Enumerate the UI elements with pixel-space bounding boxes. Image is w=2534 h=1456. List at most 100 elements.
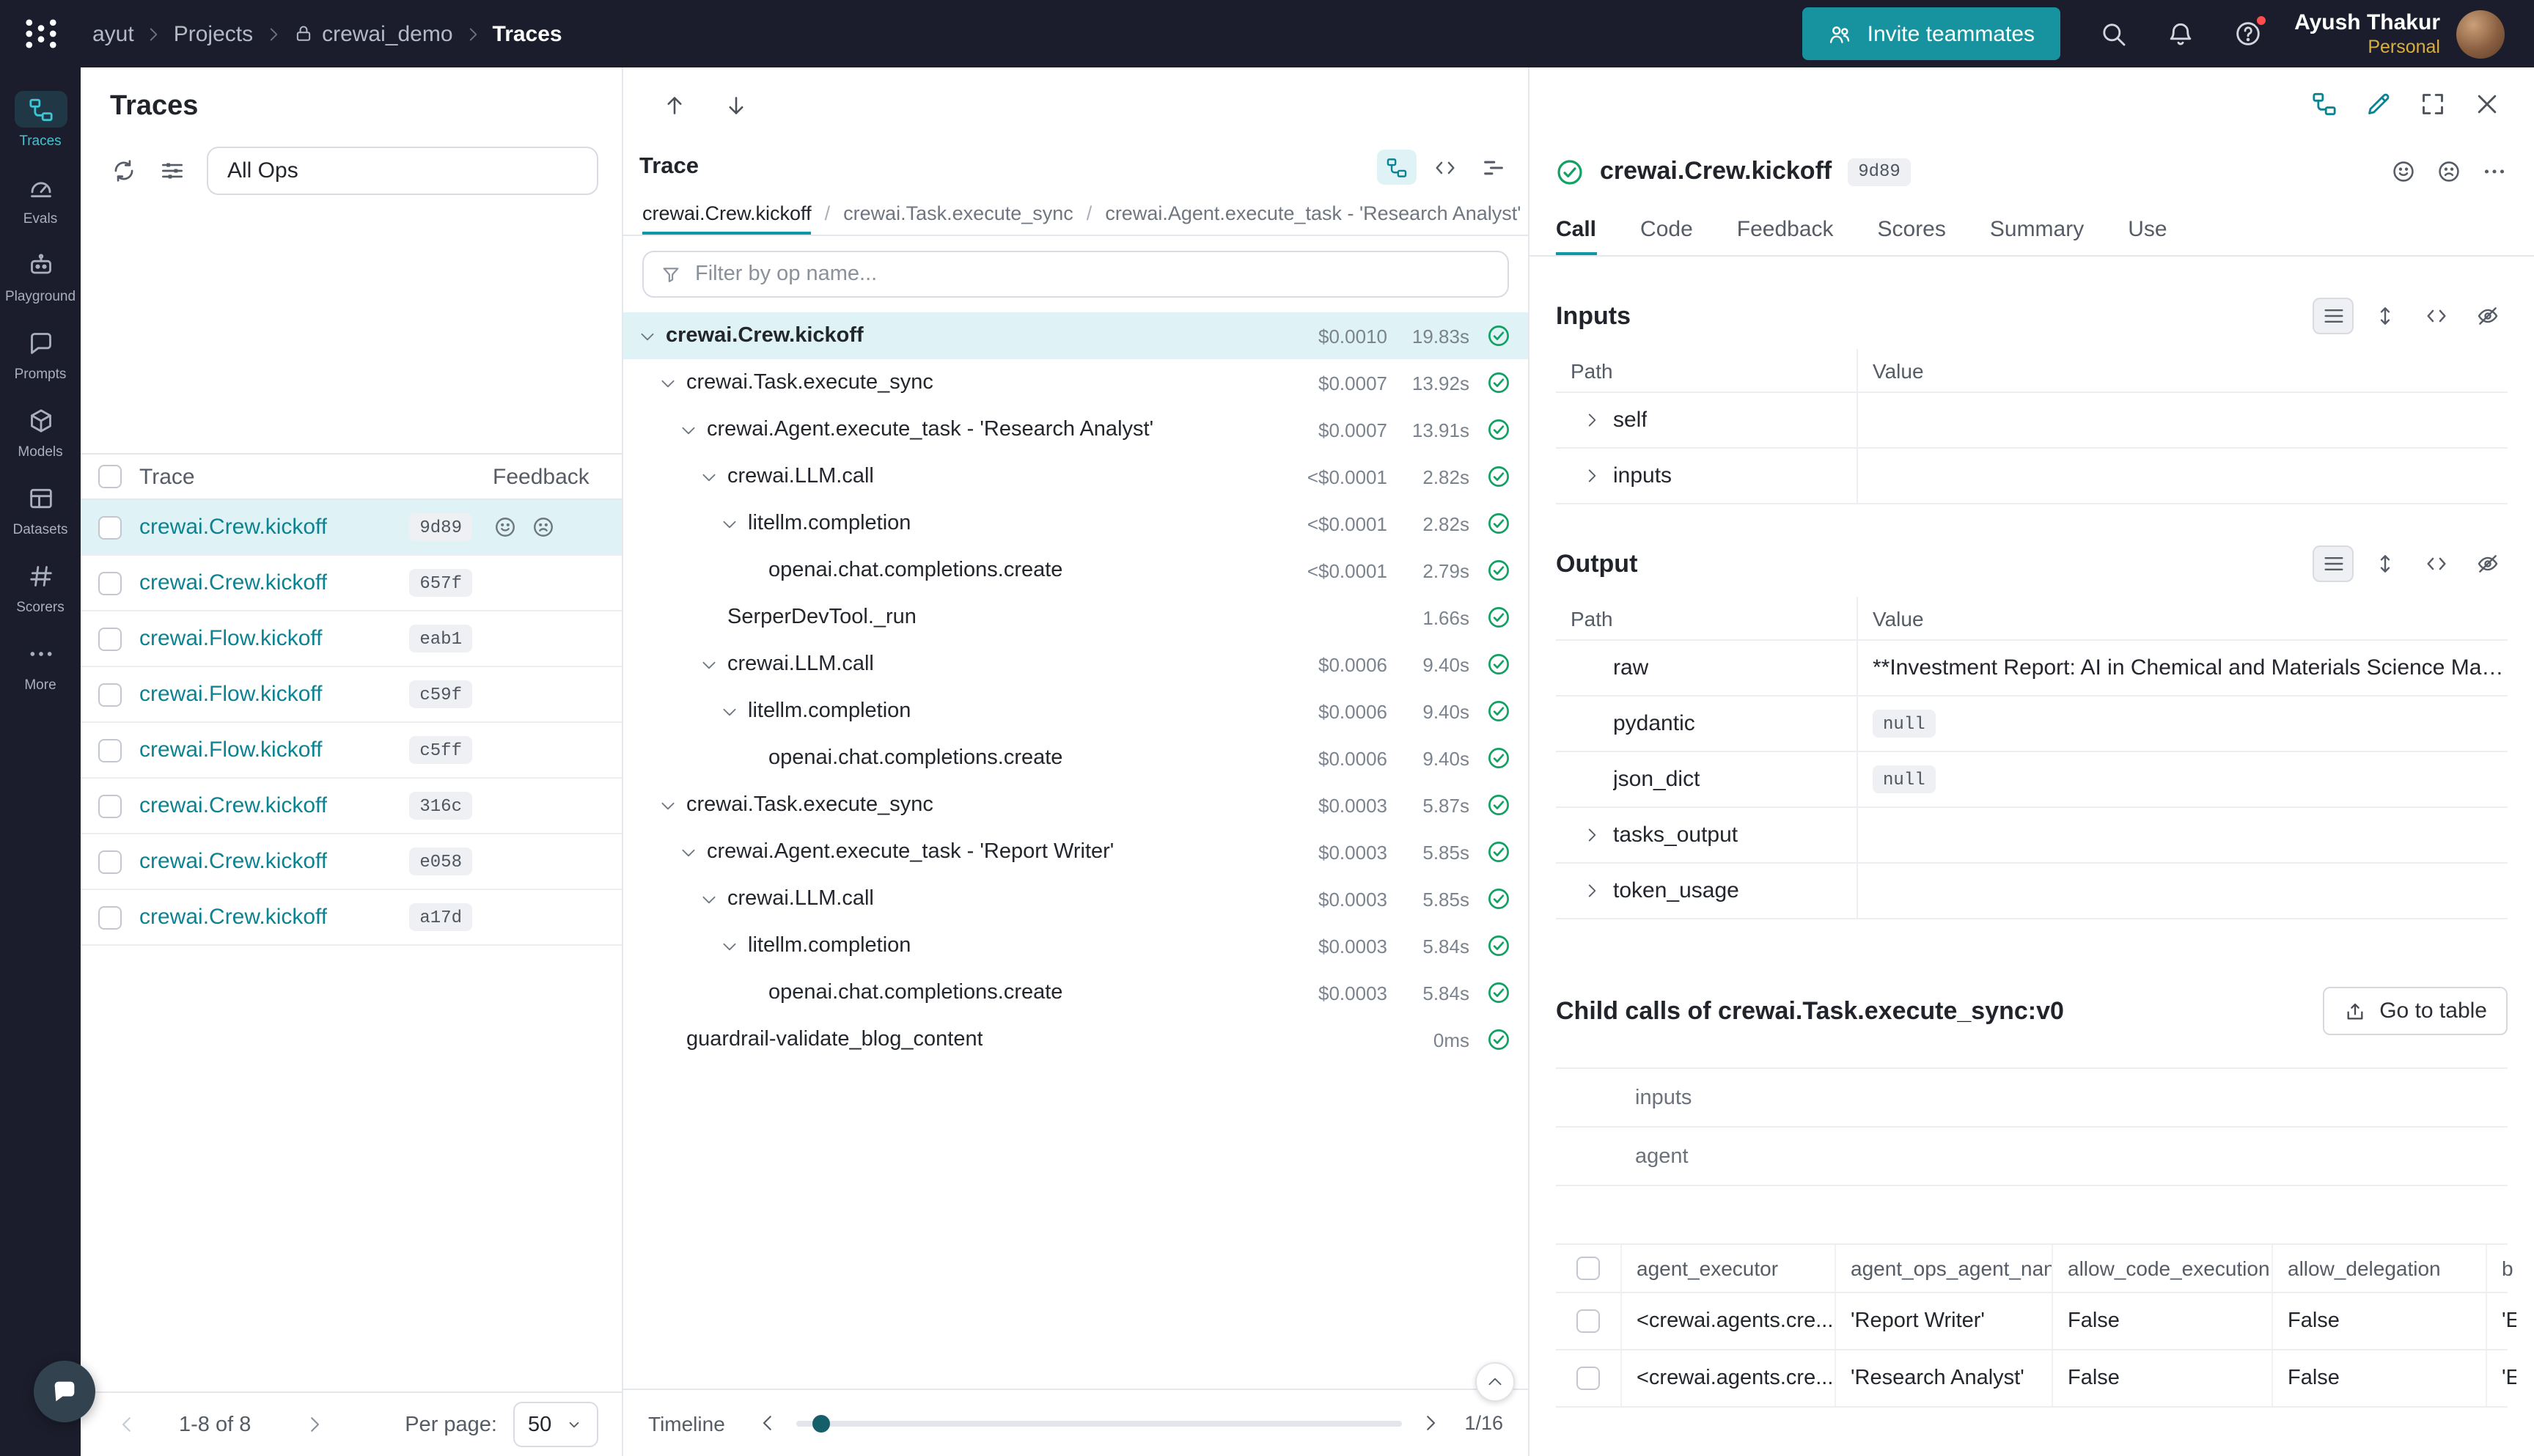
- row-checkbox[interactable]: [1576, 1309, 1600, 1333]
- row-checkbox[interactable]: [98, 515, 122, 539]
- tab-summary[interactable]: Summary: [1990, 202, 2084, 255]
- code-view-toggle[interactable]: [1425, 150, 1465, 185]
- row-checkbox[interactable]: [98, 738, 122, 762]
- search-icon[interactable]: [2098, 19, 2127, 48]
- next-page-icon[interactable]: [304, 1413, 326, 1435]
- refresh-icon[interactable]: [110, 157, 138, 185]
- trace-op-link[interactable]: crewai.Flow.kickoff: [139, 738, 323, 762]
- kv-row[interactable]: inputs: [1556, 449, 2508, 504]
- tab-code[interactable]: Code: [1640, 202, 1693, 255]
- support-chat-button[interactable]: [34, 1361, 95, 1422]
- expand-row-icon[interactable]: [1582, 826, 1601, 845]
- expander-icon[interactable]: [720, 702, 739, 721]
- tab-feedback[interactable]: Feedback: [1737, 202, 1834, 255]
- timeline-next-icon[interactable]: [1419, 1412, 1441, 1434]
- invite-teammates-button[interactable]: Invite teammates: [1803, 7, 2060, 60]
- row-checkbox[interactable]: [98, 683, 122, 706]
- positive-feedback-icon[interactable]: [2390, 158, 2417, 185]
- row-checkbox[interactable]: [98, 850, 122, 873]
- trace-list-row[interactable]: crewai.Flow.kickoffeab1: [81, 611, 622, 667]
- previous-call-icon[interactable]: [661, 92, 688, 119]
- expander-icon[interactable]: [638, 326, 657, 345]
- row-checkbox[interactable]: [98, 571, 122, 595]
- row-checkbox[interactable]: [98, 905, 122, 929]
- code-view-icon[interactable]: [2415, 298, 2456, 334]
- kv-row[interactable]: json_dictnull: [1556, 752, 2508, 808]
- show-trace-tree-icon[interactable]: [2310, 89, 2339, 119]
- expander-icon[interactable]: [679, 420, 698, 439]
- child-table-col-header[interactable]: allow_code_execution: [2052, 1245, 2272, 1292]
- trace-tree-row[interactable]: crewai.Agent.execute_task - 'Research An…: [623, 406, 1528, 453]
- expand-values-icon[interactable]: [2364, 298, 2405, 334]
- trace-op-link[interactable]: crewai.Crew.kickoff: [139, 570, 327, 595]
- help-icon[interactable]: [2233, 19, 2262, 48]
- expander-icon[interactable]: [720, 936, 739, 955]
- expander-icon[interactable]: [658, 795, 677, 815]
- trace-op-link[interactable]: crewai.Crew.kickoff: [139, 515, 327, 540]
- notifications-bell-icon[interactable]: [2165, 19, 2195, 48]
- trace-tree-row[interactable]: crewai.Task.execute_sync$0.00035.87s: [623, 782, 1528, 828]
- expander-icon[interactable]: [699, 467, 719, 486]
- tab-call[interactable]: Call: [1556, 202, 1596, 255]
- sidebar-item-traces[interactable]: Traces: [0, 82, 81, 160]
- positive-feedback-icon[interactable]: [493, 515, 518, 540]
- trace-op-link[interactable]: crewai.Crew.kickoff: [139, 793, 327, 818]
- trace-list-row[interactable]: crewai.Flow.kickoffc59f: [81, 667, 622, 723]
- edit-icon[interactable]: [2364, 89, 2393, 119]
- sidebar-item-evals[interactable]: Evals: [0, 160, 81, 238]
- trace-op-link[interactable]: crewai.Crew.kickoff: [139, 905, 327, 930]
- trace-tree-row[interactable]: litellm.completion$0.00069.40s: [623, 688, 1528, 735]
- negative-feedback-icon[interactable]: [2436, 158, 2462, 185]
- trace-tree-row[interactable]: crewai.Crew.kickoff$0.001019.83s: [623, 312, 1528, 359]
- feedback-column-header[interactable]: Feedback: [493, 464, 622, 489]
- wandb-logo-icon[interactable]: [22, 15, 60, 53]
- op-filter-input[interactable]: [695, 262, 1491, 286]
- timeline-slider[interactable]: [797, 1420, 1402, 1426]
- expander-icon[interactable]: [720, 514, 739, 533]
- sidebar-item-models[interactable]: Models: [0, 393, 81, 471]
- code-view-icon[interactable]: [2415, 545, 2456, 582]
- kv-row[interactable]: self: [1556, 393, 2508, 449]
- go-to-table-button[interactable]: Go to table: [2322, 987, 2508, 1035]
- kv-row[interactable]: raw**Investment Report: AI in Chemical a…: [1556, 641, 2508, 696]
- sidebar-item-datasets[interactable]: Datasets: [0, 471, 81, 548]
- child-table-row[interactable]: <crewai.agents.cre...'Research Analyst'F…: [1556, 1350, 2508, 1408]
- trace-list-row[interactable]: crewai.Crew.kickoff316c: [81, 779, 622, 834]
- trace-crumb[interactable]: crewai.Agent.execute_task - 'Research An…: [1105, 191, 1521, 235]
- next-call-icon[interactable]: [723, 92, 749, 119]
- trace-op-link[interactable]: crewai.Flow.kickoff: [139, 626, 323, 651]
- trace-tree-row[interactable]: crewai.Task.execute_sync$0.000713.92s: [623, 359, 1528, 406]
- call-id-badge[interactable]: 9d89: [1848, 158, 1911, 185]
- prev-page-icon[interactable]: [116, 1413, 138, 1435]
- trace-op-link[interactable]: crewai.Flow.kickoff: [139, 682, 323, 707]
- pretty-view-icon[interactable]: [2313, 298, 2354, 334]
- trace-tree-row[interactable]: SerperDevTool._run1.66s: [623, 594, 1528, 641]
- trace-tree-row[interactable]: openai.chat.completions.create<$0.00012.…: [623, 547, 1528, 594]
- breadcrumb-project[interactable]: crewai_demo: [293, 21, 452, 46]
- expander-icon[interactable]: [699, 889, 719, 908]
- sidebar-item-prompts[interactable]: Prompts: [0, 315, 81, 393]
- trace-list-row[interactable]: crewai.Flow.kickoffc5ff: [81, 723, 622, 779]
- hide-values-icon[interactable]: [2467, 545, 2508, 582]
- child-table-col-header[interactable]: allow_delegation: [2272, 1245, 2486, 1292]
- row-checkbox[interactable]: [1576, 1367, 1600, 1390]
- hide-values-icon[interactable]: [2467, 298, 2508, 334]
- expand-row-icon[interactable]: [1582, 466, 1601, 485]
- timeline-view-toggle[interactable]: [1474, 150, 1513, 185]
- ops-filter-select[interactable]: All Ops: [207, 147, 598, 195]
- kv-row[interactable]: pydanticnull: [1556, 696, 2508, 752]
- trace-list-row[interactable]: crewai.Crew.kickoffa17d: [81, 890, 622, 946]
- trace-tree-row[interactable]: crewai.LLM.call$0.00069.40s: [623, 641, 1528, 688]
- child-table-col-header[interactable]: agent_executor: [1620, 1245, 1835, 1292]
- child-table-row[interactable]: <crewai.agents.cre...'Report Writer'Fals…: [1556, 1293, 2508, 1350]
- sidebar-item-playground[interactable]: Playground: [0, 238, 81, 315]
- trace-tree-row[interactable]: litellm.completion$0.00035.84s: [623, 922, 1528, 969]
- trace-tree-row[interactable]: openai.chat.completions.create$0.00035.8…: [623, 969, 1528, 1016]
- trace-crumb[interactable]: crewai.Task.execute_sync: [843, 191, 1073, 235]
- child-table-col-header[interactable]: b: [2486, 1245, 2516, 1292]
- expand-row-icon[interactable]: [1582, 881, 1601, 900]
- kv-row[interactable]: token_usage: [1556, 864, 2508, 919]
- per-page-select[interactable]: 50: [513, 1402, 598, 1447]
- collapse-panel-button[interactable]: [1475, 1362, 1515, 1402]
- timeline-prev-icon[interactable]: [757, 1412, 779, 1434]
